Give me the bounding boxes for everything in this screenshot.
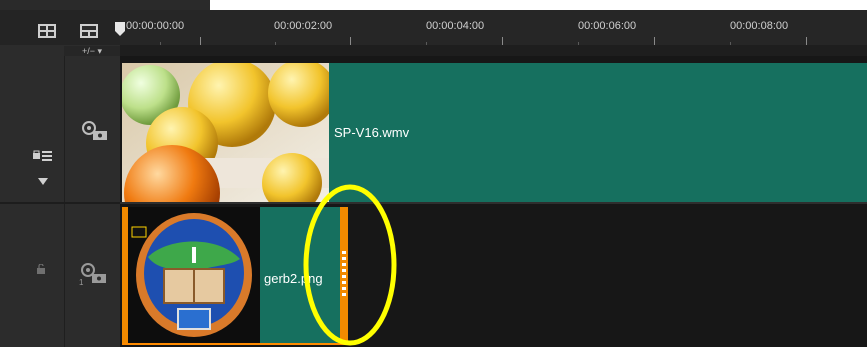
video-thumbnail (122, 63, 329, 202)
timecode-label: 00:00:06:00 (578, 20, 637, 32)
top-dark-tab (0, 0, 210, 10)
track-header-column (0, 10, 120, 347)
header-separator-horizontal (0, 202, 120, 204)
add-remove-track-button[interactable]: +/− ▾ (64, 46, 120, 56)
storyboard-view-icon[interactable] (38, 24, 56, 38)
track-area[interactable]: SP-V16.wmv gerb2.png (120, 56, 867, 347)
top-strip (0, 0, 867, 10)
ruler-tick (654, 37, 655, 45)
ruler-tick (806, 37, 807, 45)
timecode-label: 00:00:02:00 (274, 20, 333, 32)
timecode-label: 00:00:08:00 (730, 20, 789, 32)
ruler-bottom-band (120, 45, 867, 56)
overlay-track-number: 1 (79, 278, 84, 287)
track-divider (120, 202, 867, 204)
ruler-tick (350, 37, 351, 45)
playhead-marker[interactable] (115, 22, 125, 36)
time-ruler[interactable]: 00:00:00:00 00:00:02:00 00:00:04:00 00:0… (120, 10, 867, 45)
ruler-tick (502, 37, 503, 45)
overlay-clip[interactable]: gerb2.png (122, 207, 348, 345)
chevron-down-icon[interactable] (38, 178, 48, 186)
timecode-label: 00:00:00:00 (126, 20, 185, 32)
timeline-toolbar (0, 10, 120, 45)
overlay-thumbnail (128, 207, 260, 343)
timeline-view-icon[interactable] (80, 24, 98, 38)
lock-icon[interactable] (36, 264, 46, 274)
video-clip-name: SP-V16.wmv (334, 125, 410, 140)
timeline-panel: +/− ▾ 1 00:00:00:00 00:00:02:00 00:00:04… (0, 0, 867, 347)
timecode-label: 00:00:04:00 (426, 20, 485, 32)
ruler-tick (200, 37, 201, 45)
clip-trim-handle-right[interactable] (340, 207, 348, 343)
track-manager-icon[interactable] (32, 150, 54, 164)
video-track-icon[interactable] (80, 120, 110, 142)
video-clip[interactable]: SP-V16.wmv (122, 63, 867, 202)
overlay-clip-name: gerb2.png (264, 271, 323, 286)
